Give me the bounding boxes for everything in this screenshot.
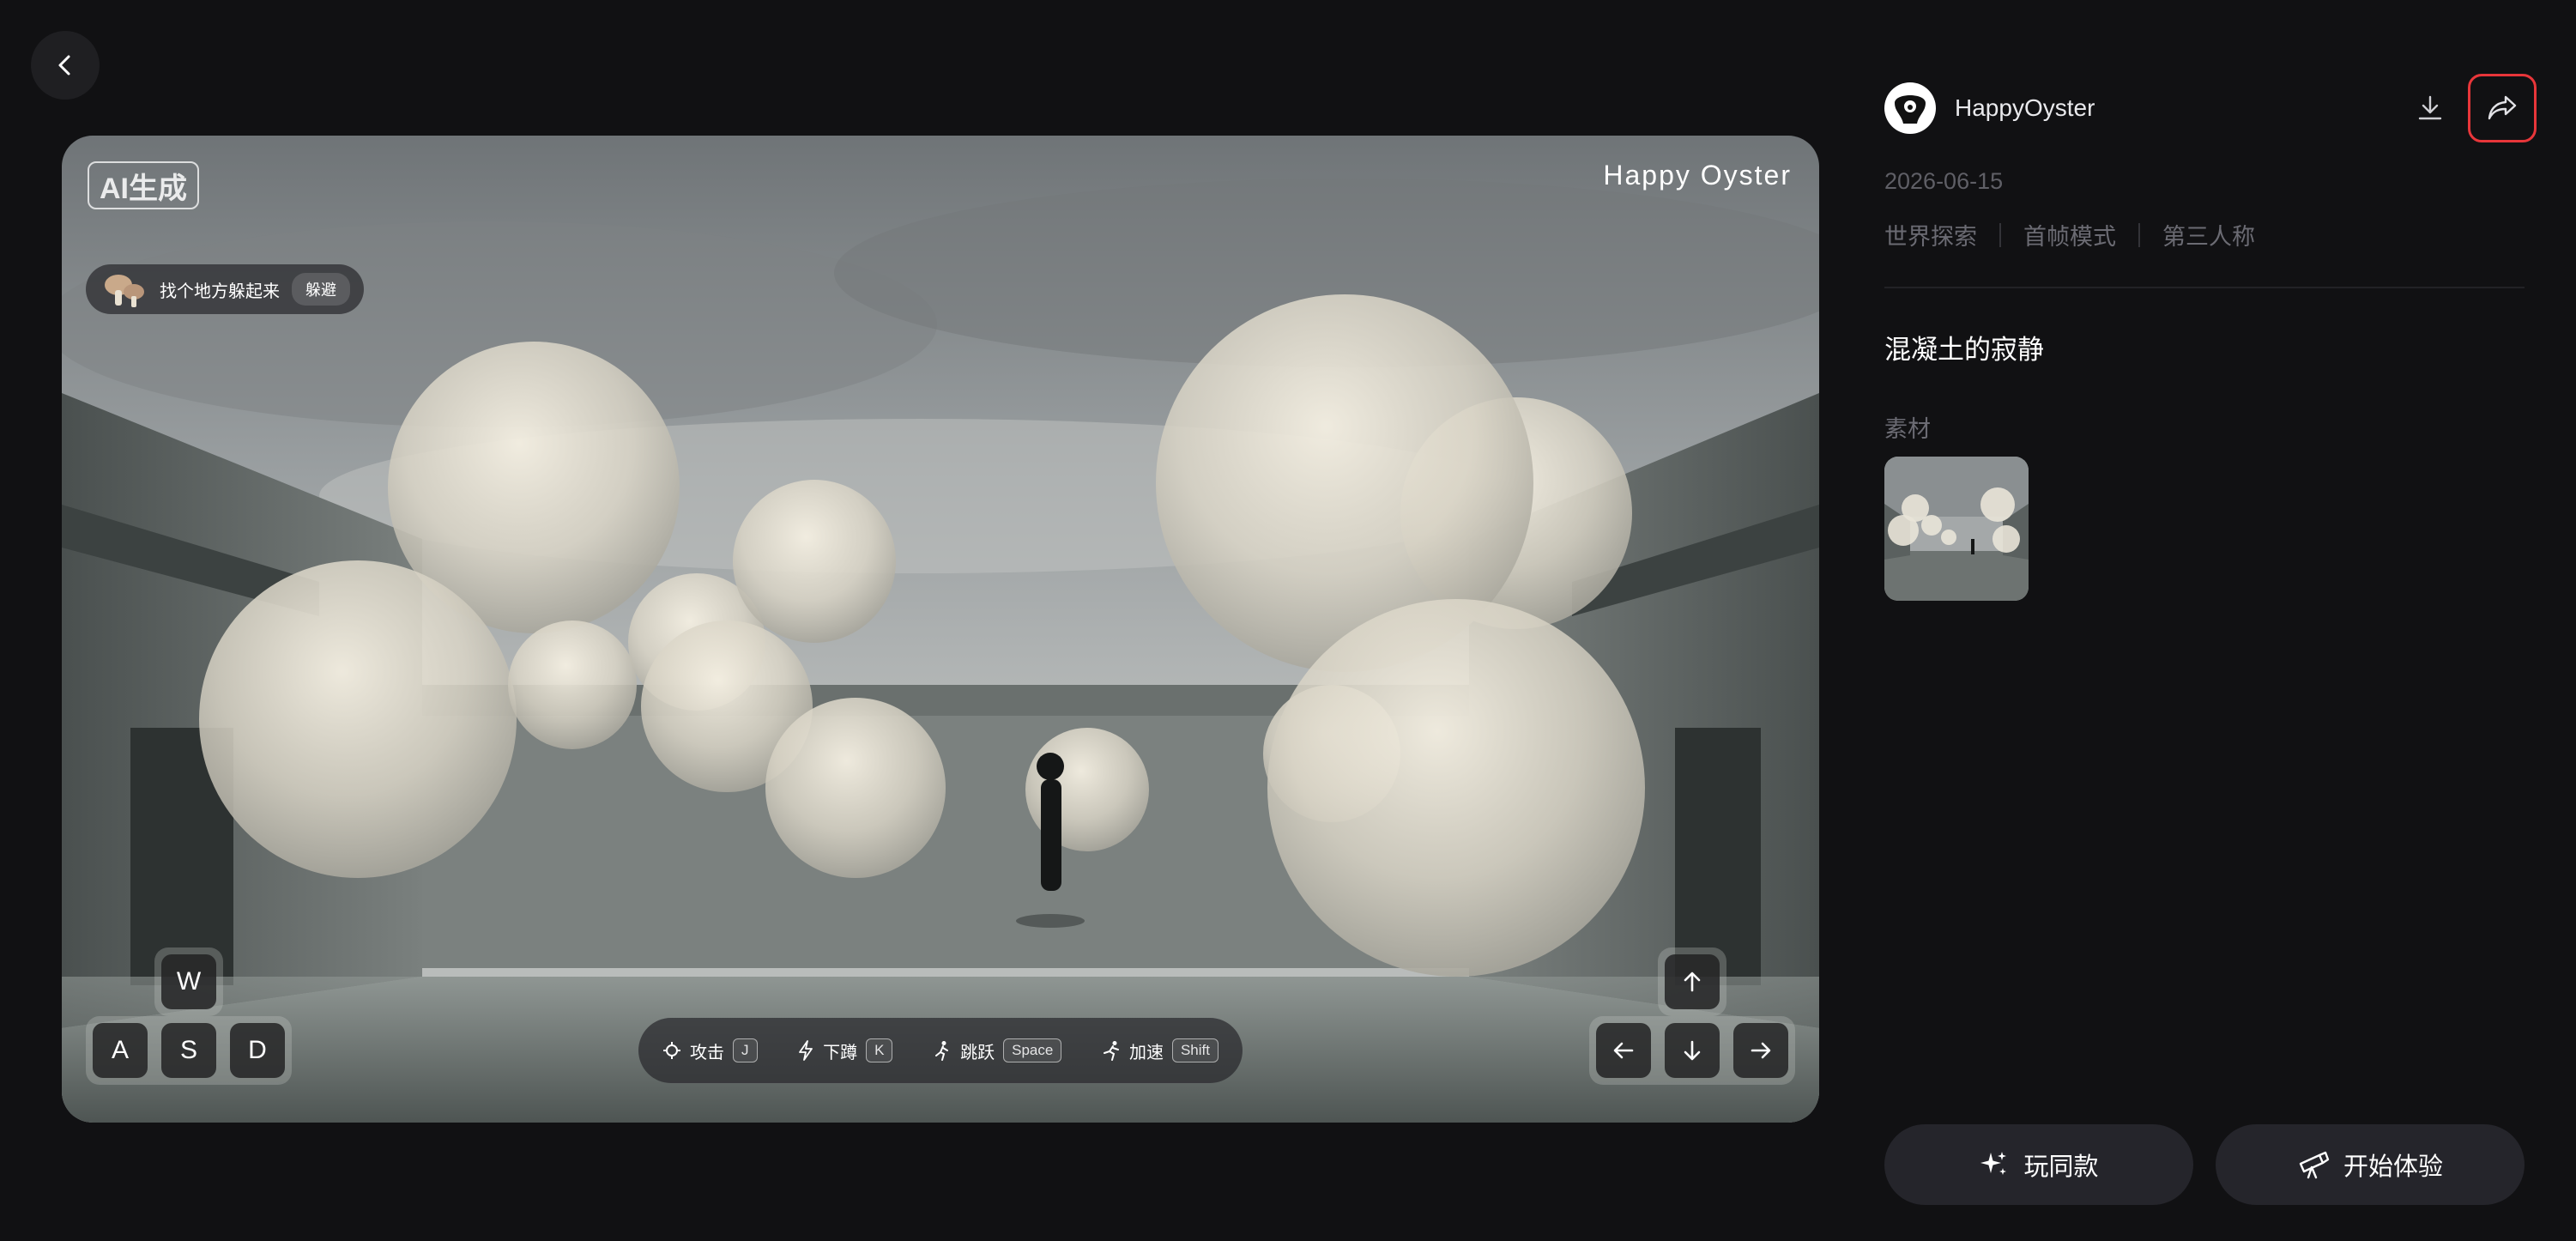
action-key: J bbox=[733, 1038, 758, 1062]
start-experience-label: 开始体验 bbox=[2343, 1153, 2443, 1181]
play-same-button[interactable]: 玩同款 bbox=[1884, 1124, 2193, 1205]
tag-list: 世界探索 首帧模式 第三人称 bbox=[1884, 218, 2255, 251]
arrow-up-icon bbox=[1684, 972, 1701, 992]
chevron-left-icon bbox=[58, 55, 70, 76]
ai-generated-badge: AI生成 bbox=[88, 161, 199, 209]
action-bar: 攻击 J 下蹲 K 跳跃 Space 加速 Shift bbox=[638, 1018, 1243, 1083]
telescope-icon bbox=[2299, 1151, 2330, 1179]
arrow-down-icon bbox=[1684, 1040, 1701, 1061]
key-s[interactable]: S bbox=[161, 1023, 216, 1078]
action-key: Shift bbox=[1171, 1038, 1218, 1062]
brand-watermark: Happy Oyster bbox=[1603, 160, 1792, 191]
share-icon bbox=[2488, 95, 2517, 120]
download-icon bbox=[2418, 95, 2442, 120]
author-name: HappyOyster bbox=[1955, 94, 2095, 121]
crosshair-icon bbox=[663, 1042, 680, 1059]
arrow-left-icon bbox=[1613, 1042, 1634, 1059]
action-key: Space bbox=[1003, 1038, 1062, 1062]
action-jump[interactable]: 跳跃 Space bbox=[933, 1038, 1062, 1063]
work-title: 混凝土的寂静 bbox=[1884, 335, 2044, 365]
action-key: K bbox=[866, 1038, 893, 1062]
action-attack[interactable]: 攻击 J bbox=[662, 1038, 758, 1063]
play-same-label: 玩同款 bbox=[2023, 1153, 2099, 1181]
back-button[interactable] bbox=[31, 31, 100, 100]
material-thumbnail[interactable] bbox=[1884, 457, 2029, 601]
share-button[interactable] bbox=[2468, 74, 2537, 142]
quest-tag: 躲避 bbox=[292, 273, 350, 306]
tag-item: 世界探索 bbox=[1884, 224, 1977, 250]
run-icon bbox=[1103, 1041, 1119, 1061]
publish-date: 2026-06-15 bbox=[1884, 168, 2004, 194]
action-label: 跳跃 bbox=[960, 1043, 995, 1062]
jump-icon bbox=[935, 1041, 949, 1061]
arrow-keypad bbox=[1589, 947, 1795, 1085]
arrow-up-key[interactable] bbox=[1665, 954, 1720, 1009]
tag-item: 首帧模式 bbox=[2023, 224, 2116, 250]
key-a[interactable]: A bbox=[93, 1023, 148, 1078]
sparkle-icon bbox=[1980, 1152, 2007, 1175]
quest-hint: 找个地方躲起来 躲避 bbox=[86, 264, 364, 314]
arrow-right-icon bbox=[1751, 1042, 1771, 1059]
action-label: 攻击 bbox=[690, 1043, 724, 1062]
thumbnail-image bbox=[1884, 457, 2029, 601]
wasd-keypad: W A S D bbox=[86, 947, 292, 1085]
key-d[interactable]: D bbox=[230, 1023, 285, 1078]
oyster-logo-icon bbox=[1895, 95, 1926, 124]
action-label: 加速 bbox=[1128, 1043, 1164, 1062]
game-stage[interactable]: AI生成 Happy Oyster 找个地方躲起来 躲避 W A S D 攻击 … bbox=[62, 136, 1819, 1123]
action-crouch[interactable]: 下蹲 K bbox=[797, 1038, 893, 1063]
arrow-down-key[interactable] bbox=[1665, 1023, 1720, 1078]
detail-panel: HappyOyster 2026-06-15 世界探索 首帧模式 第三人称 混凝… bbox=[1884, 0, 2537, 1241]
action-sprint[interactable]: 加速 Shift bbox=[1102, 1038, 1218, 1063]
arrow-left-key[interactable] bbox=[1596, 1023, 1651, 1078]
lightning-icon bbox=[799, 1040, 813, 1061]
quest-text: 找个地方躲起来 bbox=[160, 281, 280, 301]
arrow-right-key[interactable] bbox=[1733, 1023, 1788, 1078]
action-label: 下蹲 bbox=[823, 1043, 858, 1062]
author-info[interactable]: HappyOyster bbox=[1884, 82, 2095, 134]
key-w[interactable]: W bbox=[161, 954, 216, 1009]
start-experience-button[interactable]: 开始体验 bbox=[2216, 1124, 2525, 1205]
download-button[interactable] bbox=[2411, 89, 2449, 127]
tag-item: 第三人称 bbox=[2162, 224, 2255, 250]
divider bbox=[1884, 287, 2525, 288]
avatar[interactable] bbox=[1884, 82, 1936, 134]
mushroom-icon bbox=[105, 275, 144, 307]
material-label: 素材 bbox=[1884, 416, 1931, 442]
